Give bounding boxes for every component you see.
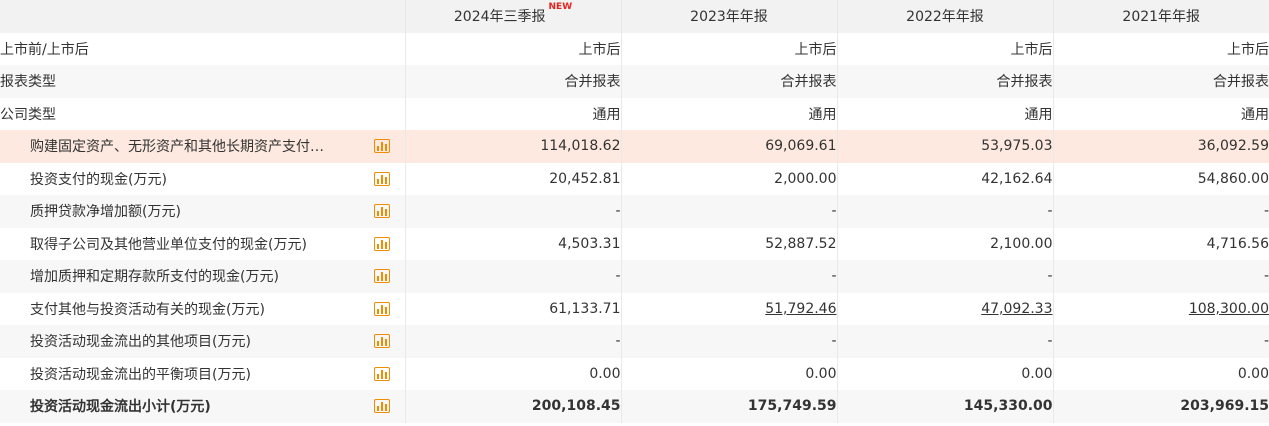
cell-value: 20,452.81 (405, 162, 622, 195)
row-label: 支付其他与投资活动有关的现金(万元) (30, 301, 265, 318)
header-label: 2023年年报 (690, 9, 768, 26)
header-label: 2021年年报 (1122, 9, 1201, 26)
cell-value: 通用 (1053, 97, 1269, 130)
cell-link[interactable]: 51,792.46 (765, 301, 836, 317)
cell-value: 54,860.00 (1053, 162, 1269, 195)
cell-value: 0.00 (837, 357, 1054, 390)
table-row: 投资活动现金流出的平衡项目(万元) 0.00 0.00 0.00 0.00 (0, 357, 1269, 390)
cell-value: 61,133.71 (405, 292, 622, 325)
cell-value: 2,000.00 (621, 162, 838, 195)
bar-chart-icon[interactable] (373, 204, 390, 218)
row-label: 投资支付的现金(万元) (30, 171, 167, 188)
cell-value: - (837, 260, 1054, 293)
table-row: 增加质押和定期存款所支付的现金(万元) - - - - (0, 260, 1269, 293)
cell-value: 上市后 (837, 32, 1054, 65)
table-row-total: 投资活动现金流出小计(万元) 200,108.45 175,749.59 145… (0, 390, 1269, 423)
cell-value: 0.00 (1053, 357, 1269, 390)
cell-value: - (1053, 260, 1269, 293)
cell-value: 上市后 (621, 32, 838, 65)
header-period-2024q3[interactable]: 2024年三季报NEW (405, 0, 622, 33)
info-row-report-type: 报表类型 合并报表 合并报表 合并报表 合并报表 (0, 65, 1269, 98)
cell-value: 合并报表 (1053, 65, 1269, 98)
table-row: 投资活动现金流出的其他项目(万元) - - - - (0, 325, 1269, 358)
cell-value: 42,162.64 (837, 162, 1054, 195)
cell-value: 53,975.03 (837, 130, 1054, 163)
bar-chart-icon[interactable] (373, 269, 390, 283)
table-row: 投资支付的现金(万元) 20,452.81 2,000.00 42,162.64… (0, 162, 1269, 195)
cell-value: 合并报表 (837, 65, 1054, 98)
cell-value: 69,069.61 (621, 130, 838, 163)
cell-value: 通用 (837, 97, 1054, 130)
cell-value: - (837, 195, 1054, 228)
cell-value: - (1053, 195, 1269, 228)
cell-value: 通用 (621, 97, 838, 130)
table-row: 取得子公司及其他营业单位支付的现金(万元) 4,503.31 52,887.52… (0, 227, 1269, 260)
header-period-2022[interactable]: 2022年年报 (837, 0, 1054, 33)
header-row: 2024年三季报NEW 2023年年报 2022年年报 2021年年报 (0, 0, 1269, 33)
cell-value: 200,108.45 (405, 390, 622, 423)
info-row-listing-status: 上市前/上市后 上市后 上市后 上市后 上市后 (0, 32, 1269, 65)
cell-value: 通用 (405, 97, 622, 130)
table-row: 质押贷款净增加额(万元) - - - - (0, 195, 1269, 228)
row-label: 投资活动现金流出的其他项目(万元) (30, 334, 251, 351)
cell-value: 175,749.59 (621, 390, 838, 423)
bar-chart-icon[interactable] (373, 301, 390, 316)
cell-value: - (1053, 325, 1269, 358)
bar-chart-icon[interactable] (373, 366, 390, 381)
row-label: 上市前/上市后 (0, 32, 406, 65)
cell-value: 4,503.31 (405, 227, 622, 260)
cell-value: 合并报表 (621, 65, 838, 98)
row-label: 质押贷款净增加额(万元) (30, 204, 181, 221)
cell-value: - (621, 195, 838, 228)
cell-value: 114,018.62 (405, 130, 622, 163)
row-label: 购建固定资产、无形资产和其他长期资产支付… (30, 139, 324, 156)
new-badge: NEW (548, 2, 573, 13)
info-row-company-type: 公司类型 通用 通用 通用 通用 (0, 97, 1269, 130)
cell-value: 52,887.52 (621, 227, 838, 260)
cell-value: - (405, 195, 622, 228)
table-row: 支付其他与投资活动有关的现金(万元) 61,133.71 51,792.46 4… (0, 292, 1269, 325)
header-corner (0, 0, 406, 33)
cell-value: - (837, 325, 1054, 358)
cell-value: - (405, 260, 622, 293)
row-label: 报表类型 (0, 65, 406, 98)
cell-value: - (405, 325, 622, 358)
bar-chart-icon[interactable] (373, 399, 390, 413)
bar-chart-icon[interactable] (373, 139, 390, 153)
cell-value: 203,969.15 (1053, 390, 1269, 423)
bar-chart-icon[interactable] (373, 334, 390, 348)
row-label: 增加质押和定期存款所支付的现金(万元) (30, 269, 279, 286)
cell-value: - (621, 325, 838, 358)
cell-value: 36,092.59 (1053, 130, 1269, 163)
cell-value: 合并报表 (405, 65, 622, 98)
row-label: 取得子公司及其他营业单位支付的现金(万元) (30, 236, 307, 253)
financial-table: 2024年三季报NEW 2023年年报 2022年年报 2021年年报 上市前/… (0, 0, 1269, 423)
cell-value: - (621, 260, 838, 293)
header-period-2023[interactable]: 2023年年报 (621, 0, 838, 33)
cell-value: 上市后 (1053, 32, 1269, 65)
cell-value: 145,330.00 (837, 390, 1054, 423)
table-row[interactable]: 购建固定资产、无形资产和其他长期资产支付… 114,018.62 69,069.… (0, 130, 1269, 163)
header-label: 2024年三季报 (453, 9, 546, 26)
cell-value: 4,716.56 (1053, 227, 1269, 260)
row-label: 投资活动现金流出小计(万元) (30, 399, 211, 416)
cell-value: 2,100.00 (837, 227, 1054, 260)
row-label: 投资活动现金流出的平衡项目(万元) (30, 366, 251, 383)
cell-value: 0.00 (405, 357, 622, 390)
cell-value: 0.00 (621, 357, 838, 390)
header-label: 2022年年报 (906, 9, 984, 26)
cell-value: 上市后 (405, 32, 622, 65)
row-label: 公司类型 (0, 97, 406, 130)
bar-chart-icon[interactable] (373, 236, 390, 251)
cell-link[interactable]: 47,092.33 (981, 301, 1052, 317)
cell-link[interactable]: 108,300.00 (1189, 301, 1269, 317)
header-period-2021[interactable]: 2021年年报 (1053, 0, 1269, 33)
bar-chart-icon[interactable] (373, 171, 390, 186)
